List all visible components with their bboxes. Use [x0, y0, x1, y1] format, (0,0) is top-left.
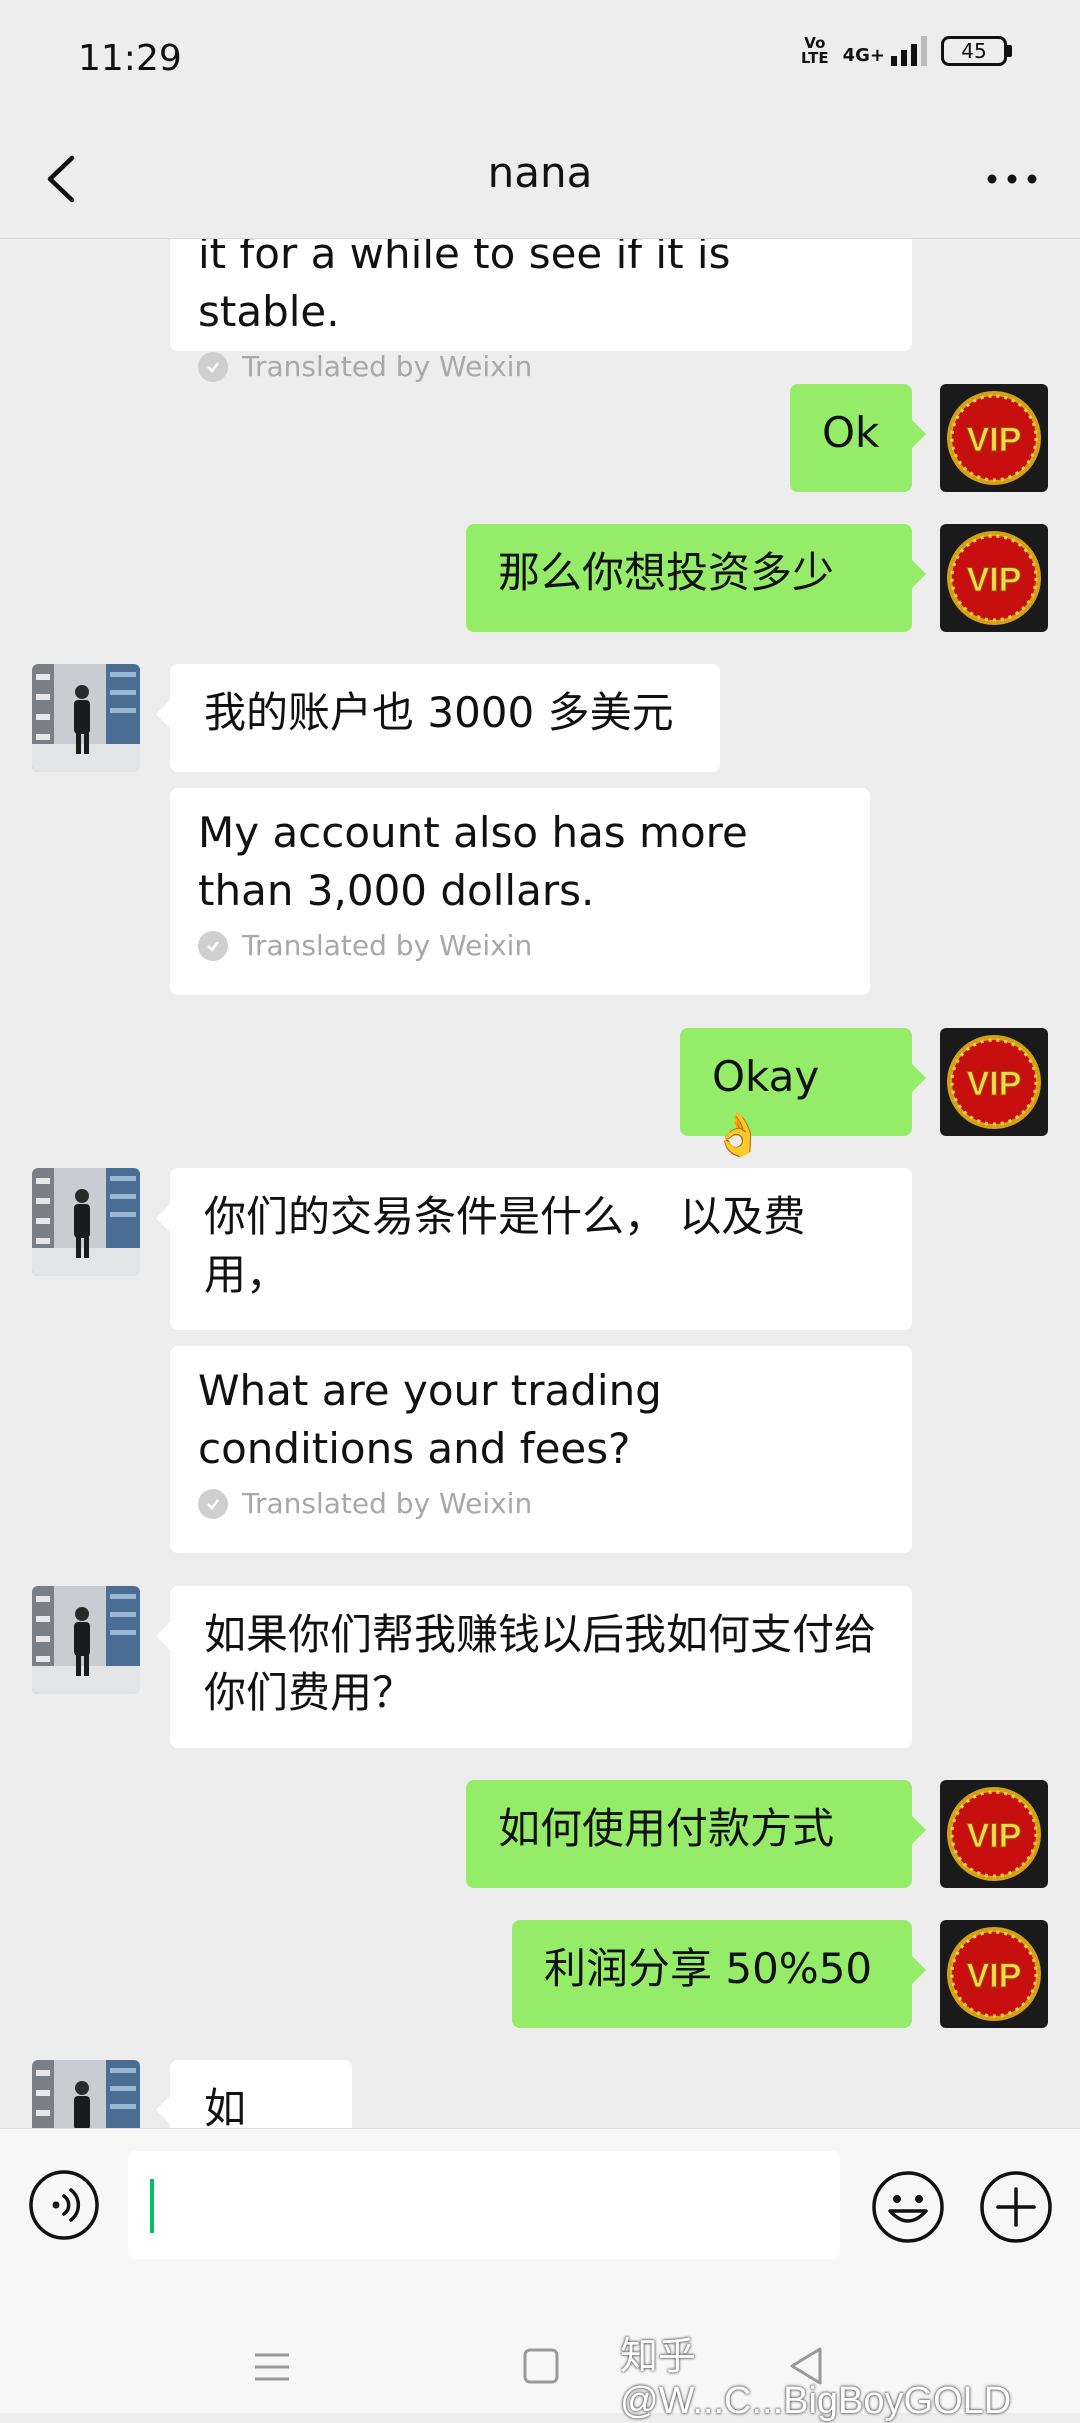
translation-note: Translated by Weixin — [242, 1487, 533, 1520]
message-list[interactable]: it for a while to see if it is stable. T… — [0, 239, 1080, 2128]
status-bar: 11:29 Vo LTE 4G+ 45 — [0, 0, 1080, 118]
contact-avatar-image — [32, 2060, 140, 2128]
translation-bubble[interactable]: it for a while to see if it is stable. T… — [170, 239, 912, 383]
vip-avatar-image: VIP — [940, 1920, 1048, 2028]
status-time: 11:29 — [78, 38, 182, 79]
volte-icon: Vo LTE — [801, 34, 829, 67]
incoming-message[interactable]: 如果你们帮我赚钱以后我如何支付给你们费用？ — [156, 1586, 912, 1748]
incoming-message[interactable]: 我的账户也 3000 多美元 — [156, 664, 720, 772]
outgoing-message[interactable]: Okay 👌 — [680, 1028, 926, 1159]
svg-text:VIP: VIP — [967, 421, 1022, 459]
outgoing-message[interactable]: 如何使用付款方式 — [466, 1780, 926, 1888]
avatar[interactable]: VIP — [940, 1028, 1048, 1136]
translation-bubble[interactable]: My account also has more than 3,000 doll… — [170, 788, 870, 995]
chat-title: nana — [487, 148, 593, 197]
avatar[interactable] — [32, 664, 140, 772]
message-text: 如何？ — [204, 2084, 247, 2128]
translation-text: My account also has more than 3,000 doll… — [198, 808, 748, 915]
check-icon — [198, 931, 228, 961]
status-icons: Vo LTE 4G+ 45 — [801, 36, 1012, 66]
message-text: 那么你想投资多少 — [498, 548, 835, 597]
translation-text: it for a while to see if it is stable. — [198, 239, 731, 336]
watermark: 知乎 @W...C...BigBoyGOLD — [620, 2336, 1012, 2422]
home-nav-icon[interactable] — [522, 2347, 560, 2385]
message-text: Ok — [822, 408, 880, 457]
svg-text:VIP: VIP — [967, 1957, 1022, 1995]
vip-avatar-image: VIP — [940, 524, 1048, 632]
contact-avatar-image — [32, 1586, 140, 1694]
translation-note: Translated by Weixin — [242, 929, 533, 962]
signal-icon: 4G+ — [843, 36, 927, 66]
avatar[interactable] — [32, 2060, 140, 2128]
message-text: 如何使用付款方式 — [498, 1804, 835, 1853]
message-text: 如果你们帮我赚钱以后我如何支付给你们费用？ — [204, 1610, 877, 1717]
message-input[interactable] — [128, 2151, 840, 2259]
outgoing-message[interactable]: 利润分享 50%50 — [512, 1920, 926, 2028]
avatar[interactable]: VIP — [940, 384, 1048, 492]
avatar[interactable] — [32, 1168, 140, 1276]
menu-nav-icon[interactable] — [252, 2347, 292, 2387]
check-icon — [198, 352, 228, 382]
battery-level: 45 — [941, 36, 1007, 66]
avatar[interactable]: VIP — [940, 1780, 1048, 1888]
translation-note: Translated by Weixin — [242, 350, 533, 383]
avatar[interactable]: VIP — [940, 524, 1048, 632]
more-icon[interactable] — [982, 154, 1042, 204]
avatar[interactable] — [32, 1586, 140, 1694]
message-text: Okay 👌 — [712, 1052, 820, 1159]
message-text: 你们的交易条件是什么， 以及费用， — [204, 1192, 806, 1299]
contact-avatar-image — [32, 1168, 140, 1276]
outgoing-message[interactable]: Ok — [790, 384, 926, 492]
emoji-icon[interactable] — [870, 2169, 946, 2245]
input-bar: 知乎 @W...C...BigBoyGOLD — [0, 2128, 1080, 2422]
svg-text:VIP: VIP — [967, 561, 1022, 599]
translation-bubble[interactable]: What are your trading conditions and fee… — [170, 1346, 912, 1553]
message-text: 利润分享 50%50 — [544, 1944, 873, 1993]
chat-header: nana — [0, 118, 1080, 239]
vip-avatar-image: VIP — [940, 1780, 1048, 1888]
text-cursor — [150, 2179, 154, 2233]
outgoing-message[interactable]: 那么你想投资多少 — [466, 524, 926, 632]
avatar[interactable]: VIP — [940, 1920, 1048, 2028]
battery-icon: 45 — [941, 36, 1012, 66]
translation-text: What are your trading conditions and fee… — [198, 1366, 662, 1473]
incoming-message[interactable]: 你们的交易条件是什么， 以及费用， — [156, 1168, 912, 1330]
check-icon — [198, 1489, 228, 1519]
message-text: 我的账户也 3000 多美元 — [204, 688, 674, 737]
plus-icon[interactable] — [978, 2169, 1054, 2245]
voice-icon[interactable] — [28, 2169, 100, 2241]
svg-text:VIP: VIP — [967, 1065, 1022, 1103]
contact-avatar-image — [32, 664, 140, 772]
svg-text:VIP: VIP — [967, 1817, 1022, 1855]
vip-avatar-image: VIP — [940, 1028, 1048, 1136]
incoming-message[interactable]: 如何？ — [156, 2060, 352, 2128]
vip-avatar-image: VIP — [940, 384, 1048, 492]
